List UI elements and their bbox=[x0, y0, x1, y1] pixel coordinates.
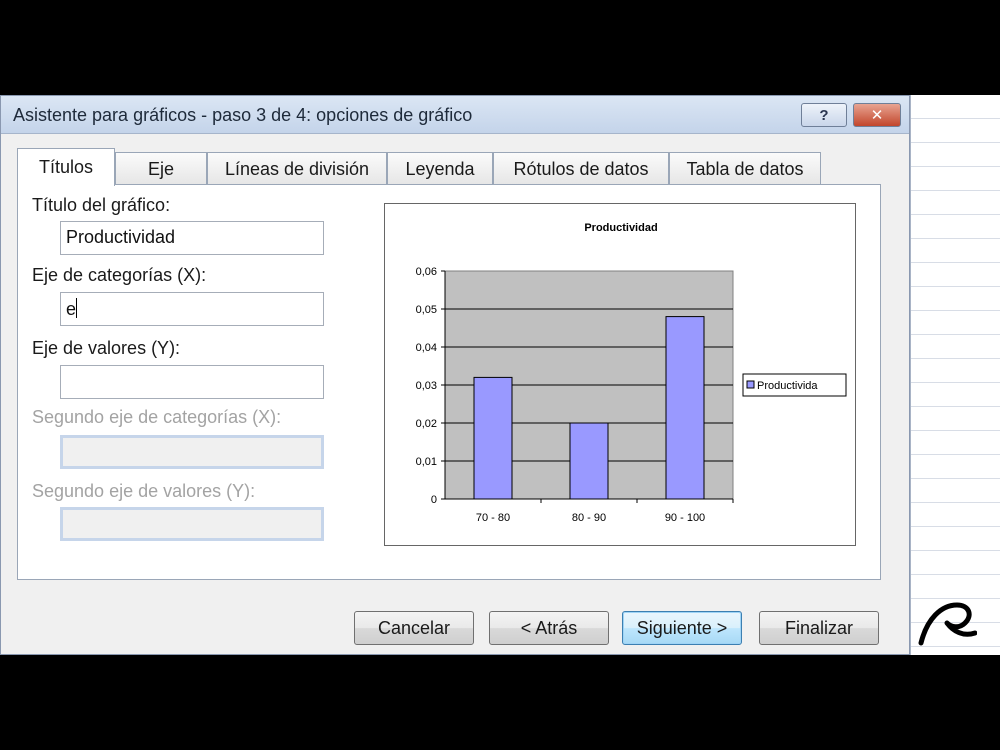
chart-preview: Productividad 0,06 0,05 0,04 0,03 0,02 0,01 0 70… bbox=[384, 203, 856, 546]
category-axis-label: Eje de categorías (X): bbox=[32, 265, 207, 285]
bar-90-100 bbox=[665, 316, 705, 500]
text-caret bbox=[76, 298, 78, 318]
y-tick-label: 0 bbox=[431, 494, 437, 506]
category-axis-value: e bbox=[66, 299, 77, 319]
help-button[interactable]: ? bbox=[801, 103, 847, 127]
second-category-axis-label: Segundo eje de categorías (X): bbox=[32, 407, 282, 427]
second-value-axis-input bbox=[60, 507, 324, 541]
tab-eje[interactable]: Eje bbox=[115, 152, 207, 186]
chart-title-label: Título del gráfico: bbox=[32, 195, 171, 215]
next-button[interactable]: Siguiente > bbox=[622, 611, 742, 645]
tab-leyenda[interactable]: Leyenda bbox=[387, 152, 493, 186]
cancel-button[interactable]: Cancelar bbox=[354, 611, 474, 645]
legend-label: Productivida bbox=[757, 380, 818, 392]
title-bar: Asistente para gráficos - paso 3 de 4: o… bbox=[1, 96, 909, 134]
x-tick-label: 70 - 80 bbox=[476, 512, 510, 524]
x-tick-label: 80 - 90 bbox=[572, 512, 606, 524]
chart-svg: Productividad 0,06 0,05 0,04 0,03 0,02 0,01 0 70… bbox=[416, 222, 847, 524]
x-tick-label: 90 - 100 bbox=[665, 512, 705, 524]
spreadsheet-background bbox=[910, 95, 1000, 655]
value-axis-input[interactable] bbox=[60, 365, 324, 399]
value-axis-label: Eje de valores (Y): bbox=[32, 338, 181, 358]
second-value-axis-label: Segundo eje de valores (Y): bbox=[32, 481, 256, 501]
channel-logo-icon bbox=[918, 602, 977, 646]
y-tick-label: 0,03 bbox=[416, 380, 437, 392]
y-tick-label: 0,02 bbox=[416, 418, 437, 430]
tab-titulos[interactable]: Títulos bbox=[17, 148, 115, 186]
back-button[interactable]: < Atrás bbox=[489, 611, 609, 645]
close-button[interactable]: ✕ bbox=[853, 103, 901, 127]
tab-tabla-datos[interactable]: Tabla de datos bbox=[669, 152, 821, 186]
bar-70-80 bbox=[473, 376, 513, 500]
y-tick-label: 0,06 bbox=[416, 266, 437, 278]
tab-rotulos-datos[interactable]: Rótulos de datos bbox=[493, 152, 669, 186]
chart-wizard-dialog: Asistente para gráficos - paso 3 de 4: o… bbox=[0, 95, 910, 655]
y-tick-label: 0,01 bbox=[416, 456, 437, 468]
y-tick-label: 0,04 bbox=[416, 342, 437, 354]
finish-button[interactable]: Finalizar bbox=[759, 611, 879, 645]
chart-title-input[interactable]: Productividad bbox=[60, 221, 324, 255]
legend-swatch bbox=[746, 380, 755, 389]
category-axis-input[interactable]: e bbox=[60, 292, 324, 326]
y-tick-label: 0,05 bbox=[416, 304, 437, 316]
tab-lineas-division[interactable]: Líneas de división bbox=[207, 152, 387, 186]
second-category-axis-input bbox=[60, 435, 324, 469]
chart-title: Productividad bbox=[584, 222, 657, 234]
dialog-title: Asistente para gráficos - paso 3 de 4: o… bbox=[13, 105, 473, 125]
titles-panel: Título del gráfico: Productividad Eje de… bbox=[17, 184, 881, 580]
bar-80-90 bbox=[569, 422, 609, 500]
